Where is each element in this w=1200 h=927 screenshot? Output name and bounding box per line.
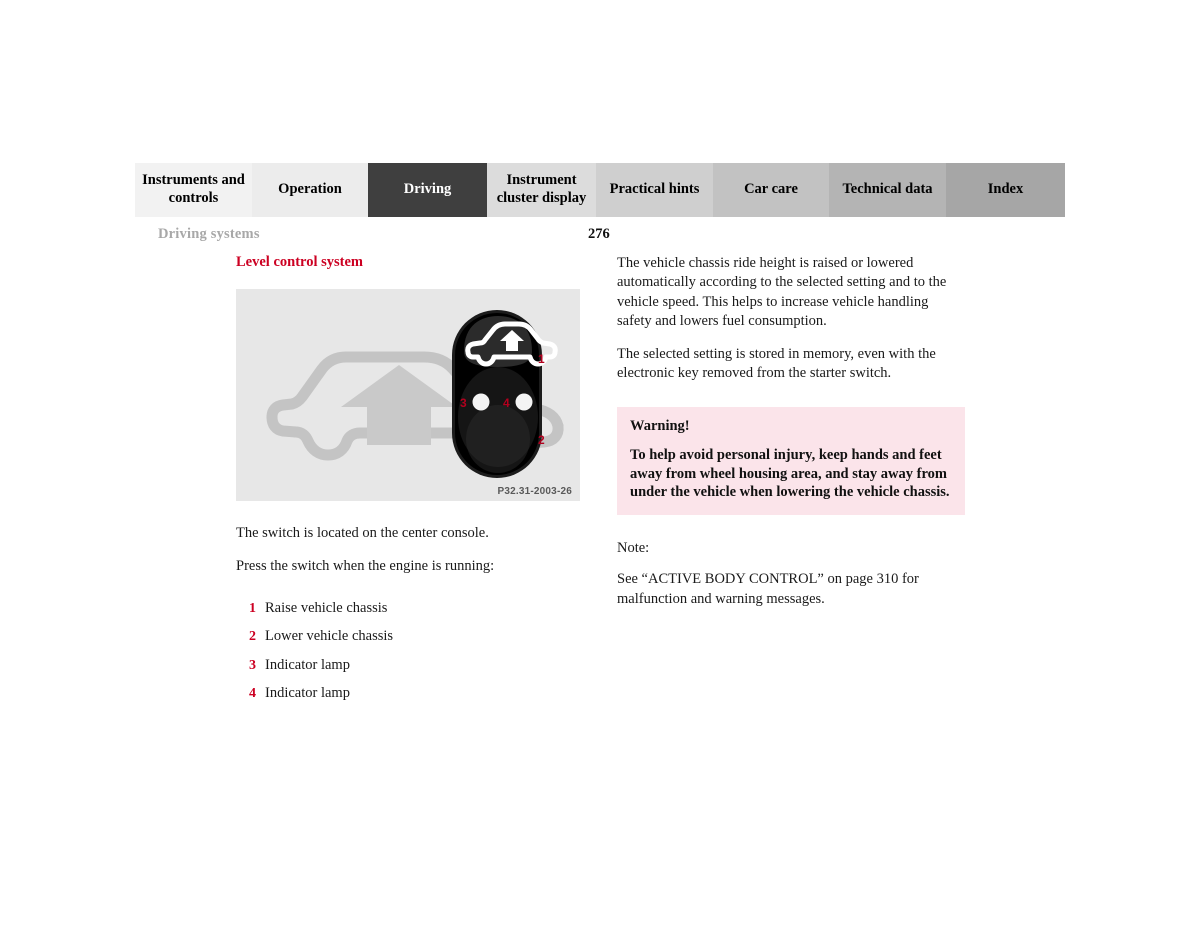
callout-3: 3 [460, 396, 467, 410]
legend-item: 3 Indicator lamp [236, 657, 580, 674]
legend-label: Lower vehicle chassis [265, 628, 394, 645]
tab-label: Operation [278, 181, 342, 198]
legend-number: 4 [249, 686, 256, 702]
level-control-switch-illustration: 1 2 3 4 P32.31-2003-26 [236, 289, 580, 502]
indicator-lamp-4 [515, 393, 533, 411]
tab-operation[interactable]: Operation [252, 163, 368, 217]
tab-index[interactable]: Index [946, 163, 1065, 217]
right-column: The vehicle chassis ride height is raise… [617, 254, 965, 609]
legend-label: Indicator lamp [265, 656, 350, 673]
illustration-svg: 1 2 3 4 [236, 289, 580, 502]
note-label: Note: [617, 540, 650, 557]
figure-legend-list: 1 Raise vehicle chassis 2 Lower vehicle … [236, 600, 580, 703]
legend-label: Raise vehicle chassis [265, 599, 388, 616]
tab-instruments-and-controls[interactable]: Instruments and controls [135, 163, 252, 217]
warning-box: Warning! To help avoid personal injury, … [617, 406, 965, 516]
paragraph-memory-setting: The selected setting is stored in memory… [617, 346, 936, 382]
tab-label: Instruments and controls [142, 172, 245, 206]
legend-label: Indicator lamp [265, 685, 350, 702]
legend-number: 1 [249, 600, 256, 616]
left-column-text: The switch is located on the center cons… [236, 524, 580, 576]
legend-number: 3 [249, 657, 256, 673]
warning-text: To help avoid personal injury, keep hand… [630, 446, 950, 501]
tab-practical-hints[interactable]: Practical hints [596, 163, 713, 217]
note-text: See “ACTIVE BODY CONTROL” on page 310 fo… [617, 571, 919, 607]
page-title: Level control system [236, 254, 363, 270]
legend-item: 4 Indicator lamp [236, 685, 580, 702]
figure-caption: P32.31-2003-26 [497, 486, 572, 498]
tab-label: Car care [744, 181, 798, 198]
indicator-lamp-3 [472, 393, 490, 411]
chapter-tab-bar: Instruments and controls Operation Drivi… [135, 163, 1065, 217]
manual-page: Instruments and controls Operation Drivi… [0, 0, 1200, 927]
left-column: Level control system 1 2 3 4 P32.31-2003… [236, 254, 580, 719]
running-head: Driving systems [158, 226, 260, 242]
tab-label: Index [987, 181, 1024, 198]
callout-1: 1 [538, 352, 545, 366]
tab-label: Practical hints [609, 181, 700, 198]
tab-label: Technical data [842, 181, 933, 198]
callout-4: 4 [503, 396, 510, 410]
legend-item: 2 Lower vehicle chassis [236, 628, 580, 645]
note-block: Note: See “ACTIVE BODY CONTROL” on page … [617, 540, 965, 609]
paragraph-ride-height: The vehicle chassis ride height is raise… [617, 255, 947, 329]
paragraph-press-instruction: Press the switch when the engine is runn… [236, 557, 495, 574]
tab-technical-data[interactable]: Technical data [829, 163, 946, 217]
page-number: 276 [588, 226, 610, 242]
callout-2: 2 [538, 433, 545, 447]
tab-driving[interactable]: Driving [368, 163, 487, 217]
warning-title: Warning! [630, 417, 690, 434]
legend-number: 2 [249, 629, 256, 645]
legend-item: 1 Raise vehicle chassis [236, 600, 580, 617]
paragraph-switch-location: The switch is located on the center cons… [236, 525, 489, 542]
tab-instrument-cluster-display[interactable]: Instrument cluster display [487, 163, 596, 217]
tab-label: Driving [403, 181, 452, 198]
tab-car-care[interactable]: Car care [713, 163, 829, 217]
tab-label: Instrument cluster display [496, 172, 587, 206]
